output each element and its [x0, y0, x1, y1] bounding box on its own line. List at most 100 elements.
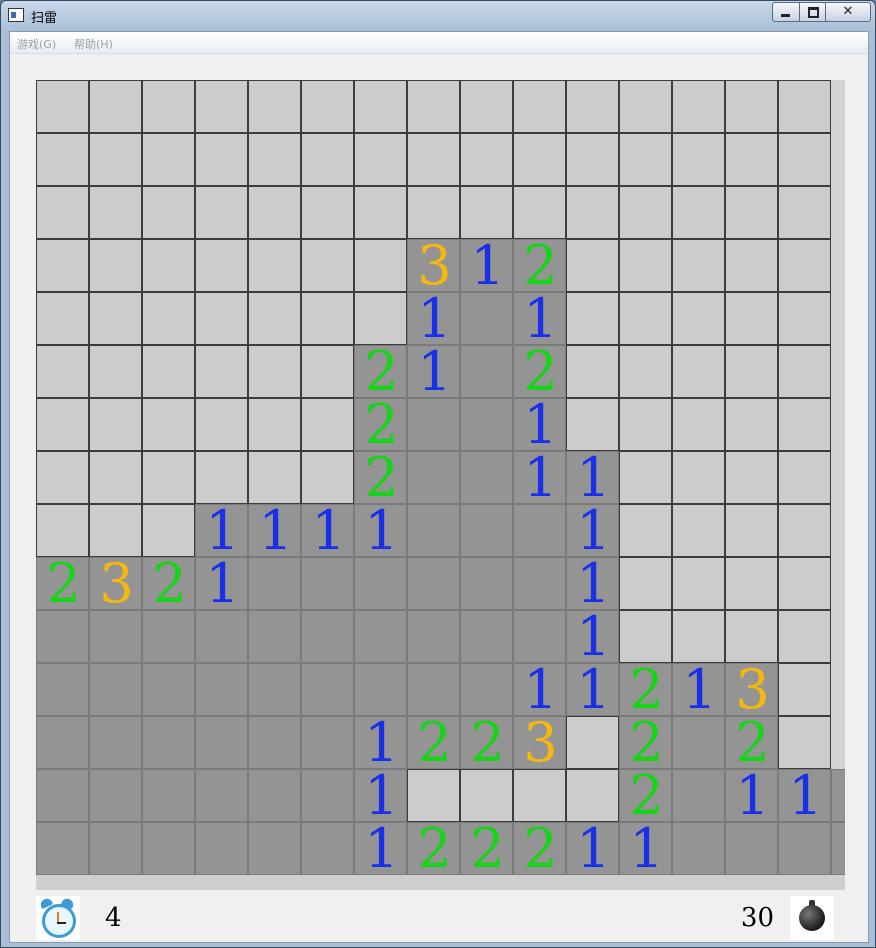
covered-cell[interactable] [195, 133, 248, 186]
covered-cell[interactable] [778, 504, 831, 557]
revealed-cell[interactable] [248, 663, 301, 716]
revealed-cell[interactable]: 2 [460, 819, 513, 879]
revealed-cell[interactable]: 1 [513, 289, 566, 349]
covered-cell[interactable] [566, 133, 619, 186]
covered-cell[interactable] [354, 186, 407, 239]
covered-cell[interactable] [619, 80, 672, 133]
revealed-cell[interactable]: 1 [407, 342, 460, 402]
revealed-cell[interactable]: 2 [354, 395, 407, 455]
revealed-cell[interactable]: 2 [407, 713, 460, 773]
horizontal-scrollbar[interactable] [36, 875, 845, 890]
covered-cell[interactable] [778, 292, 831, 345]
revealed-cell[interactable] [248, 716, 301, 769]
maximize-button[interactable] [800, 2, 826, 22]
covered-cell[interactable] [513, 133, 566, 186]
revealed-cell[interactable] [460, 292, 513, 345]
covered-cell[interactable] [354, 239, 407, 292]
covered-cell[interactable] [566, 186, 619, 239]
revealed-cell[interactable]: 1 [195, 554, 248, 614]
revealed-cell[interactable]: 2 [513, 342, 566, 402]
revealed-cell[interactable]: 1 [725, 766, 778, 826]
revealed-cell[interactable] [36, 822, 89, 875]
revealed-cell[interactable]: 1 [195, 501, 248, 561]
revealed-cell[interactable] [513, 504, 566, 557]
revealed-cell[interactable] [460, 345, 513, 398]
revealed-cell[interactable] [195, 716, 248, 769]
covered-cell[interactable] [89, 186, 142, 239]
covered-cell[interactable] [460, 769, 513, 822]
revealed-cell[interactable] [407, 451, 460, 504]
revealed-cell[interactable] [301, 822, 354, 875]
covered-cell[interactable] [301, 186, 354, 239]
revealed-cell[interactable] [460, 451, 513, 504]
revealed-cell[interactable]: 2 [513, 236, 566, 296]
covered-cell[interactable] [36, 80, 89, 133]
revealed-cell[interactable] [672, 716, 725, 769]
covered-cell[interactable] [142, 80, 195, 133]
revealed-cell[interactable] [195, 822, 248, 875]
revealed-cell[interactable]: 2 [619, 766, 672, 826]
covered-cell[interactable] [619, 451, 672, 504]
revealed-cell[interactable]: 1 [354, 713, 407, 773]
revealed-cell[interactable]: 1 [248, 501, 301, 561]
revealed-cell[interactable]: 2 [36, 554, 89, 614]
covered-cell[interactable] [407, 80, 460, 133]
covered-cell[interactable] [36, 398, 89, 451]
covered-cell[interactable] [672, 504, 725, 557]
revealed-cell[interactable]: 1 [513, 448, 566, 508]
revealed-cell[interactable]: 2 [354, 448, 407, 508]
covered-cell[interactable] [778, 345, 831, 398]
covered-cell[interactable] [460, 186, 513, 239]
revealed-cell[interactable]: 1 [460, 236, 513, 296]
revealed-cell[interactable] [513, 610, 566, 663]
covered-cell[interactable] [778, 80, 831, 133]
covered-cell[interactable] [195, 239, 248, 292]
revealed-cell[interactable]: 3 [513, 713, 566, 773]
covered-cell[interactable] [672, 398, 725, 451]
covered-cell[interactable] [778, 133, 831, 186]
covered-cell[interactable] [566, 716, 619, 769]
revealed-cell[interactable] [725, 822, 778, 875]
revealed-cell[interactable]: 1 [513, 660, 566, 720]
covered-cell[interactable] [460, 133, 513, 186]
revealed-cell[interactable] [831, 822, 845, 875]
revealed-cell[interactable] [142, 769, 195, 822]
covered-cell[interactable] [142, 345, 195, 398]
covered-cell[interactable] [36, 451, 89, 504]
covered-cell[interactable] [672, 557, 725, 610]
revealed-cell[interactable] [248, 557, 301, 610]
covered-cell[interactable] [513, 186, 566, 239]
covered-cell[interactable] [248, 133, 301, 186]
covered-cell[interactable] [36, 186, 89, 239]
covered-cell[interactable] [248, 345, 301, 398]
covered-cell[interactable] [672, 186, 725, 239]
covered-cell[interactable] [301, 239, 354, 292]
revealed-cell[interactable] [248, 822, 301, 875]
revealed-cell[interactable] [460, 610, 513, 663]
covered-cell[interactable] [248, 80, 301, 133]
covered-cell[interactable] [725, 504, 778, 557]
covered-cell[interactable] [619, 239, 672, 292]
revealed-cell[interactable]: 2 [513, 819, 566, 879]
revealed-cell[interactable] [142, 822, 195, 875]
revealed-cell[interactable]: 1 [354, 819, 407, 879]
revealed-cell[interactable]: 1 [566, 501, 619, 561]
covered-cell[interactable] [619, 345, 672, 398]
covered-cell[interactable] [195, 451, 248, 504]
covered-cell[interactable] [619, 292, 672, 345]
covered-cell[interactable] [566, 769, 619, 822]
covered-cell[interactable] [672, 345, 725, 398]
covered-cell[interactable] [725, 398, 778, 451]
covered-cell[interactable] [725, 292, 778, 345]
revealed-cell[interactable] [407, 663, 460, 716]
revealed-cell[interactable] [142, 663, 195, 716]
revealed-cell[interactable] [248, 610, 301, 663]
covered-cell[interactable] [36, 239, 89, 292]
revealed-cell[interactable]: 1 [566, 607, 619, 667]
revealed-cell[interactable]: 2 [619, 660, 672, 720]
covered-cell[interactable] [89, 292, 142, 345]
revealed-cell[interactable]: 3 [725, 660, 778, 720]
covered-cell[interactable] [195, 292, 248, 345]
covered-cell[interactable] [460, 80, 513, 133]
covered-cell[interactable] [619, 504, 672, 557]
